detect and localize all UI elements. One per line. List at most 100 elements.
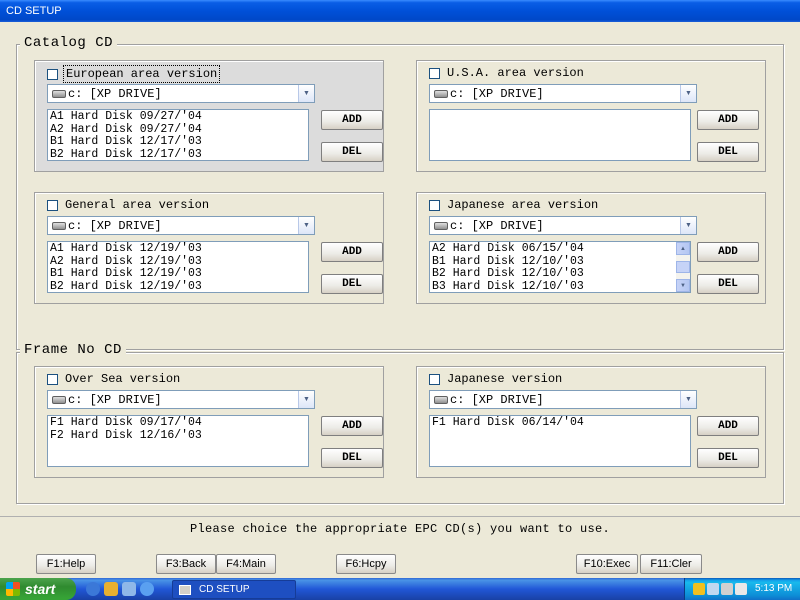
catalog-cd-title: Catalog CD — [20, 35, 118, 51]
list-item[interactable]: B2 Hard Disk 12/17/'03 — [50, 148, 306, 160]
f6-hcpy-button[interactable]: F6:Hcpy — [336, 554, 396, 574]
japanese-area-drive-value: c: [XP DRIVE] — [450, 218, 544, 233]
list-item[interactable]: A1 Hard Disk 09/27/'04 — [50, 110, 306, 124]
drive-icon — [434, 395, 448, 404]
chevron-down-icon[interactable]: ▼ — [298, 391, 314, 408]
drive-icon — [52, 89, 66, 98]
volume-icon[interactable] — [735, 583, 747, 595]
japanese-version-add-button[interactable]: ADD — [697, 416, 759, 436]
european-del-button[interactable]: DEL — [321, 142, 383, 162]
general-disk-list[interactable]: A1 Hard Disk 12/19/'03 A2 Hard Disk 12/1… — [47, 241, 309, 293]
f4-main-button[interactable]: F4:Main — [216, 554, 276, 574]
list-item[interactable]: F1 Hard Disk 06/14/'04 — [432, 416, 688, 430]
japanese-version-del-button[interactable]: DEL — [697, 448, 759, 468]
chevron-down-icon[interactable]: ▼ — [680, 217, 696, 234]
media-player-icon[interactable] — [104, 582, 118, 596]
usa-drive-value: c: [XP DRIVE] — [450, 86, 544, 101]
over-sea-drive-value: c: [XP DRIVE] — [68, 392, 162, 407]
usa-area-checkbox[interactable] — [429, 67, 440, 79]
f1-help-button[interactable]: F1:Help — [36, 554, 96, 574]
over-sea-panel: Over Sea version c: [XP DRIVE] ▼ F1 Hard… — [34, 366, 384, 478]
list-item[interactable]: F2 Hard Disk 12/16/'03 — [50, 429, 306, 443]
network-icon[interactable] — [707, 583, 719, 595]
japanese-area-add-button[interactable]: ADD — [697, 242, 759, 262]
general-area-checkbox[interactable] — [47, 199, 58, 211]
clock: 5:13 PM — [755, 583, 793, 594]
general-del-button[interactable]: DEL — [321, 274, 383, 294]
status-divider — [0, 516, 800, 517]
taskbar-cd-setup-button[interactable]: CD SETUP — [172, 580, 296, 599]
drive-icon — [434, 89, 448, 98]
european-area-label[interactable]: European area version — [63, 65, 221, 83]
japanese-version-drive-value: c: [XP DRIVE] — [450, 392, 544, 407]
list-item[interactable]: A2 Hard Disk 06/15/'04 — [432, 242, 688, 256]
japanese-area-checkbox[interactable] — [429, 199, 440, 211]
scroll-thumb[interactable] — [676, 261, 690, 273]
f10-exec-button[interactable]: F10:Exec — [576, 554, 638, 574]
over-sea-del-button[interactable]: DEL — [321, 448, 383, 468]
internet-explorer-icon[interactable] — [86, 582, 100, 596]
over-sea-label[interactable]: Over Sea version — [63, 371, 182, 387]
list-item[interactable]: A1 Hard Disk 12/19/'03 — [50, 242, 306, 256]
japanese-area-panel: Japanese area version c: [XP DRIVE] ▼ A2… — [416, 192, 766, 304]
list-item[interactable]: B2 Hard Disk 12/10/'03 — [432, 267, 688, 281]
list-item[interactable]: B3 Hard Disk 12/10/'03 — [432, 280, 688, 292]
system-tray: 5:13 PM — [684, 578, 800, 600]
f11-cler-button[interactable]: F11:Cler — [640, 554, 702, 574]
japanese-version-drive-select[interactable]: c: [XP DRIVE] ▼ — [429, 390, 697, 409]
scroll-down-icon[interactable]: ▼ — [676, 279, 690, 292]
japanese-version-disk-list[interactable]: F1 Hard Disk 06/14/'04 — [429, 415, 691, 467]
japanese-area-label[interactable]: Japanese area version — [445, 197, 600, 213]
japanese-area-drive-select[interactable]: c: [XP DRIVE] ▼ — [429, 216, 697, 235]
show-desktop-icon[interactable] — [122, 582, 136, 596]
european-drive-select[interactable]: c: [XP DRIVE] ▼ — [47, 84, 315, 103]
japanese-area-disk-list[interactable]: A2 Hard Disk 06/15/'04 B1 Hard Disk 12/1… — [429, 241, 691, 293]
list-item[interactable]: B1 Hard Disk 12/17/'03 — [50, 135, 306, 149]
chevron-down-icon[interactable]: ▼ — [298, 217, 314, 234]
start-button[interactable]: start — [0, 578, 76, 600]
chevron-down-icon[interactable]: ▼ — [680, 85, 696, 102]
general-area-label[interactable]: General area version — [63, 197, 211, 213]
title-bar: CD SETUP — [0, 0, 800, 22]
cd-setup-window: Catalog CD European area version c: [XP … — [0, 22, 800, 578]
scroll-up-icon[interactable]: ▲ — [676, 242, 690, 255]
chevron-down-icon[interactable]: ▼ — [680, 391, 696, 408]
general-drive-value: c: [XP DRIVE] — [68, 218, 162, 233]
over-sea-drive-select[interactable]: c: [XP DRIVE] ▼ — [47, 390, 315, 409]
chevron-down-icon[interactable]: ▼ — [298, 85, 314, 102]
usa-disk-list[interactable] — [429, 109, 691, 161]
general-drive-select[interactable]: c: [XP DRIVE] ▼ — [47, 216, 315, 235]
general-add-button[interactable]: ADD — [321, 242, 383, 262]
european-add-button[interactable]: ADD — [321, 110, 383, 130]
window-icon — [179, 584, 191, 595]
usa-add-button[interactable]: ADD — [697, 110, 759, 130]
frame-no-cd-title: Frame No CD — [20, 342, 126, 358]
usa-drive-select[interactable]: c: [XP DRIVE] ▼ — [429, 84, 697, 103]
list-scrollbar[interactable]: ▲ ▼ — [676, 242, 690, 292]
drive-icon — [52, 395, 66, 404]
usa-del-button[interactable]: DEL — [697, 142, 759, 162]
list-item[interactable]: B2 Hard Disk 12/19/'03 — [50, 280, 306, 292]
european-drive-value: c: [XP DRIVE] — [68, 86, 162, 101]
european-area-checkbox[interactable] — [47, 68, 58, 80]
japanese-version-panel: Japanese version c: [XP DRIVE] ▼ F1 Hard… — [416, 366, 766, 478]
over-sea-disk-list[interactable]: F1 Hard Disk 09/17/'04 F2 Hard Disk 12/1… — [47, 415, 309, 467]
windows-logo-icon — [6, 582, 20, 596]
f3-back-button[interactable]: F3:Back — [156, 554, 216, 574]
over-sea-checkbox[interactable] — [47, 373, 58, 385]
drive-icon — [52, 221, 66, 230]
list-item[interactable]: F1 Hard Disk 09/17/'04 — [50, 416, 306, 430]
list-item[interactable]: B1 Hard Disk 12/19/'03 — [50, 267, 306, 281]
instruction-message: Please choice the appropriate EPC CD(s) … — [189, 522, 611, 536]
japanese-version-checkbox[interactable] — [429, 373, 440, 385]
japanese-version-label[interactable]: Japanese version — [445, 371, 564, 387]
browser-icon[interactable] — [140, 582, 154, 596]
safely-remove-icon[interactable] — [721, 583, 733, 595]
usa-area-label[interactable]: U.S.A. area version — [445, 65, 586, 81]
security-icon[interactable] — [693, 583, 705, 595]
start-label: start — [25, 581, 56, 597]
european-disk-list[interactable]: A1 Hard Disk 09/27/'04 A2 Hard Disk 09/2… — [47, 109, 309, 161]
european-area-panel: European area version c: [XP DRIVE] ▼ A1… — [34, 60, 384, 172]
japanese-area-del-button[interactable]: DEL — [697, 274, 759, 294]
over-sea-add-button[interactable]: ADD — [321, 416, 383, 436]
